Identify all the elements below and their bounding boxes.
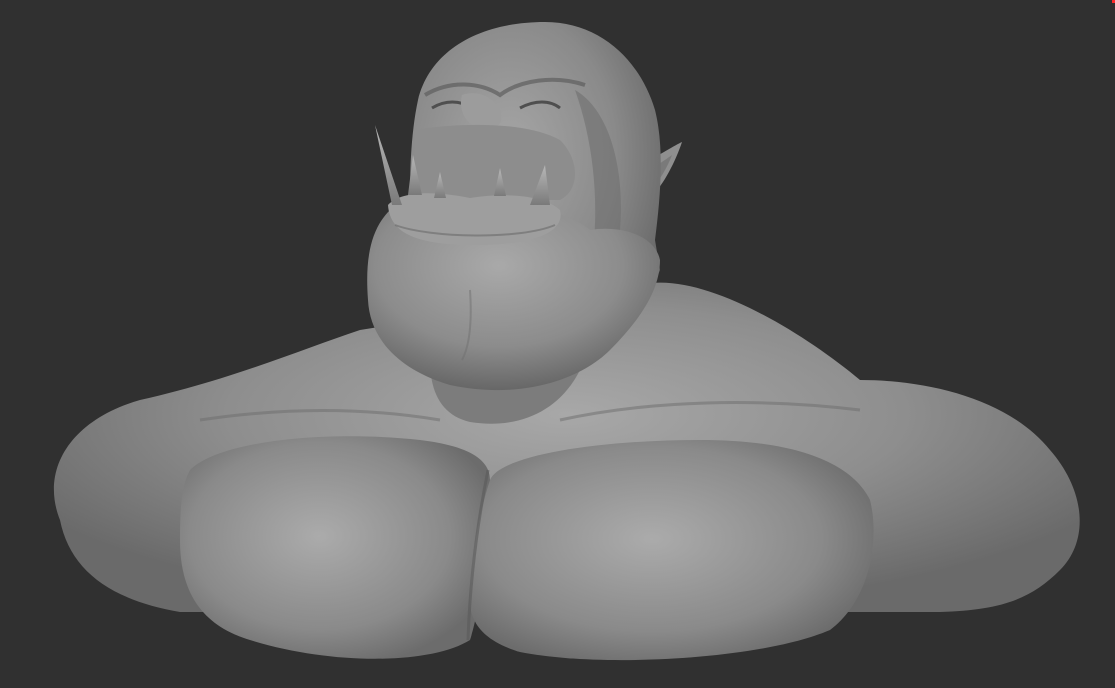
orc-bust-model[interactable] bbox=[0, 0, 1115, 688]
3d-viewport[interactable] bbox=[0, 0, 1115, 688]
